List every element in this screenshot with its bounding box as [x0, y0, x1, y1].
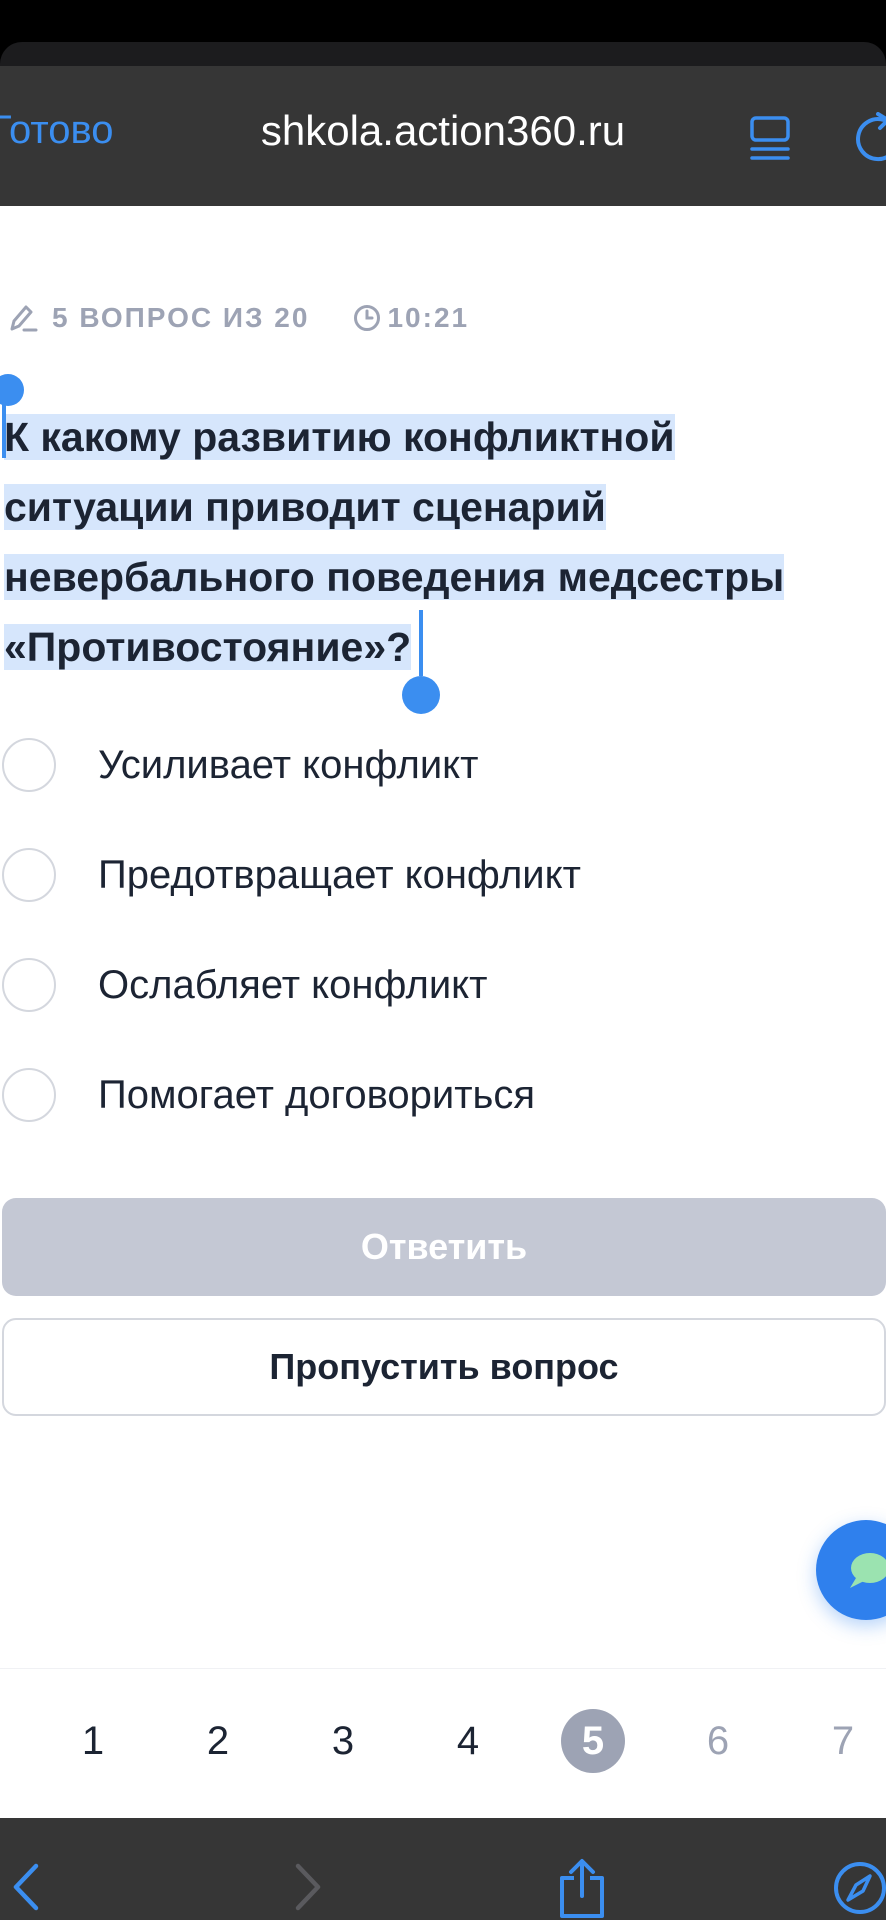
- question-line: К какому развитию конфликтной: [4, 414, 675, 460]
- page-number[interactable]: 6: [686, 1709, 750, 1773]
- option-label: Помогает договориться: [98, 1072, 536, 1117]
- screen: Готово shkola.action360.ru 5 ВОПРОС ИЗ 2…: [0, 0, 886, 1920]
- page-number[interactable]: 2: [186, 1709, 250, 1773]
- question-line: «Противостояние»?: [4, 624, 412, 670]
- answer-button[interactable]: Ответить: [2, 1198, 886, 1296]
- selection-end-handle[interactable]: [402, 676, 440, 714]
- radio-button[interactable]: [2, 848, 56, 902]
- page-number[interactable]: 1: [61, 1709, 125, 1773]
- radio-button[interactable]: [2, 958, 56, 1012]
- page-number[interactable]: 4: [436, 1709, 500, 1773]
- answer-option[interactable]: Ослабляет конфликт: [0, 930, 886, 1040]
- answer-option[interactable]: Помогает договориться: [0, 1040, 886, 1150]
- option-label: Ослабляет конфликт: [98, 962, 488, 1007]
- answer-option[interactable]: Предотвращает конфликт: [0, 820, 886, 930]
- option-label: Усиливает конфликт: [98, 742, 479, 787]
- page-number-current[interactable]: 5: [561, 1709, 625, 1773]
- chat-bubble-icon: [850, 1553, 886, 1588]
- clock-icon: [354, 305, 381, 331]
- share-icon[interactable]: [556, 1858, 608, 1918]
- quiz-meta: 5 ВОПРОС ИЗ 20 10:21: [8, 298, 469, 338]
- option-label: Предотвращает конфликт: [98, 852, 581, 897]
- forward-icon[interactable]: [290, 1862, 326, 1912]
- radio-button[interactable]: [2, 1068, 56, 1122]
- question-pagination: 1 2 3 4 5 6 7: [0, 1668, 886, 1818]
- browser-toolbar: [0, 1818, 886, 1920]
- page-number[interactable]: 3: [311, 1709, 375, 1773]
- compass-icon[interactable]: [830, 1858, 886, 1918]
- answer-options: Усиливает конфликт Предотвращает конфлик…: [0, 710, 886, 1150]
- question-line: ситуации приводит сценарий: [4, 484, 606, 530]
- answer-option[interactable]: Усиливает конфликт: [0, 710, 886, 820]
- question-progress: 5 ВОПРОС ИЗ 20: [52, 302, 310, 333]
- question-text[interactable]: К какому развитию конфликтной ситуации п…: [0, 402, 886, 682]
- chat-button[interactable]: [816, 1520, 886, 1620]
- radio-button[interactable]: [2, 738, 56, 792]
- pencil-icon: [10, 305, 38, 332]
- question-line: невербального поведения медсестры: [4, 554, 785, 600]
- page-number[interactable]: 7: [811, 1709, 875, 1773]
- reader-mode-icon[interactable]: [748, 114, 794, 162]
- back-icon[interactable]: [8, 1862, 44, 1912]
- question-timer: 10:21: [387, 302, 470, 333]
- skip-question-button[interactable]: Пропустить вопрос: [2, 1318, 886, 1416]
- selection-end-bar: [419, 610, 423, 676]
- quiz-page: 5 ВОПРОС ИЗ 20 10:21 К какому развитию к…: [0, 206, 886, 1818]
- reload-icon[interactable]: [848, 112, 886, 162]
